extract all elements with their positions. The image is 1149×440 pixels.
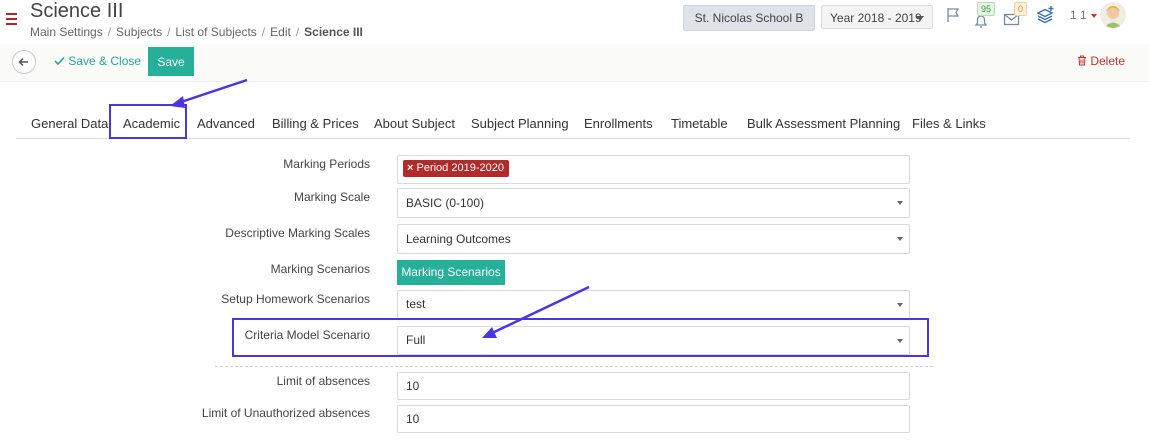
caret-down-icon <box>897 303 903 307</box>
tab-advanced[interactable]: Advanced <box>197 116 255 131</box>
marking-scenarios-button[interactable]: Marking Scenarios <box>397 260 505 285</box>
save-close-label: Save & Close <box>68 54 142 68</box>
tab-timetable[interactable]: Timetable <box>671 116 728 131</box>
marking-periods-field[interactable]: × Period 2019-2020 <box>397 155 910 184</box>
school-selector[interactable]: St. Nicolas School B <box>683 5 815 31</box>
academic-tab-highlight <box>109 104 187 139</box>
marking-scale-value: BASIC (0-100) <box>406 196 485 210</box>
tab-bulk-assessment-planning[interactable]: Bulk Assessment Planning <box>747 116 900 131</box>
menu-icon[interactable] <box>6 13 17 28</box>
trash-icon <box>1078 55 1086 66</box>
homework-scenarios-select[interactable]: test <box>397 290 910 319</box>
delete-button[interactable]: Delete <box>1077 54 1125 68</box>
setup-homework-scenarios-label: Setup Homework Scenarios <box>221 292 370 306</box>
marking-scale-select[interactable]: BASIC (0-100) <box>397 188 910 218</box>
save-button[interactable]: Save <box>148 47 194 76</box>
action-bar: Save & Close Save Delete <box>0 44 1149 82</box>
top-bar: Science III Main Settings / Subjects / List … <box>0 0 1149 45</box>
tab-about-subject[interactable]: About Subject <box>374 116 455 131</box>
criteria-model-highlight <box>232 318 929 357</box>
tab-subject-planning[interactable]: Subject Planning <box>471 116 569 131</box>
notification-count-badge: 95 <box>977 2 996 16</box>
descriptive-marking-scales-select[interactable]: Learning Outcomes <box>397 224 910 254</box>
year-selector[interactable]: Year 2018 - 2019 <box>821 5 933 29</box>
marking-scale-label: Marking Scale <box>293 190 370 204</box>
homework-scenarios-value: test <box>406 297 426 311</box>
limit-unauthorized-absences-input[interactable]: 10 <box>397 405 910 433</box>
message-count-badge: 0 <box>1014 2 1028 16</box>
layers-plus-icon[interactable] <box>1036 5 1056 25</box>
section-divider <box>215 366 933 367</box>
annotation-arrow-tab <box>177 78 248 105</box>
caret-down-icon <box>897 201 903 205</box>
limit-unauthorized-absences-label: Limit of Unauthorized absences <box>201 406 370 420</box>
breadcrumb-list-of-subjects[interactable]: List of Subjects <box>175 25 256 39</box>
breadcrumb-subjects[interactable]: Subjects <box>116 25 162 39</box>
year-label: Year 2018 - 2019 <box>830 11 922 25</box>
breadcrumb-edit[interactable]: Edit <box>270 25 291 39</box>
breadcrumb-separator: / <box>295 25 300 39</box>
remove-tag-icon[interactable]: × <box>407 162 413 174</box>
caret-down-icon <box>1091 14 1097 18</box>
marking-periods-label: Marking Periods <box>283 157 370 171</box>
tab-general-data[interactable]: General Data <box>31 116 108 131</box>
delete-label: Delete <box>1090 54 1126 68</box>
avatar[interactable] <box>1100 2 1126 28</box>
breadcrumb-separator: / <box>261 25 266 39</box>
caret-down-icon <box>897 237 903 241</box>
breadcrumb-separator: / <box>167 25 171 39</box>
limit-absences-input[interactable]: 10 <box>397 372 910 400</box>
breadcrumb-main-settings[interactable]: Main Settings <box>30 25 103 39</box>
period-tag-label: Period 2019-2020 <box>416 162 504 174</box>
marking-scenarios-label: Marking Scenarios <box>270 262 370 276</box>
check-icon <box>54 56 65 66</box>
breadcrumb: Main Settings / Subjects / List of Subjects /… <box>30 25 363 39</box>
page-title: Science III <box>30 0 124 22</box>
tab-enrollments[interactable]: Enrollments <box>584 116 653 131</box>
limit-absences-label: Limit of absences <box>276 374 370 388</box>
save-close-button[interactable]: Save & Close <box>54 54 141 68</box>
caret-down-icon <box>916 16 924 21</box>
tab-billing-prices[interactable]: Billing & Prices <box>272 116 359 131</box>
back-button[interactable] <box>12 50 36 74</box>
limit-absences-value: 10 <box>406 379 420 393</box>
breadcrumb-current: Science III <box>304 25 363 39</box>
user-label[interactable]: 1 1 <box>1070 8 1087 22</box>
descriptive-marking-scales-label: Descriptive Marking Scales <box>225 226 370 240</box>
breadcrumb-separator: / <box>107 25 112 39</box>
tab-files-links[interactable]: Files & Links <box>912 116 986 131</box>
period-tag: × Period 2019-2020 <box>403 160 509 177</box>
flag-icon[interactable] <box>945 6 965 26</box>
descriptive-marking-scales-value: Learning Outcomes <box>406 232 511 246</box>
limit-unauthorized-absences-value: 10 <box>406 412 420 426</box>
